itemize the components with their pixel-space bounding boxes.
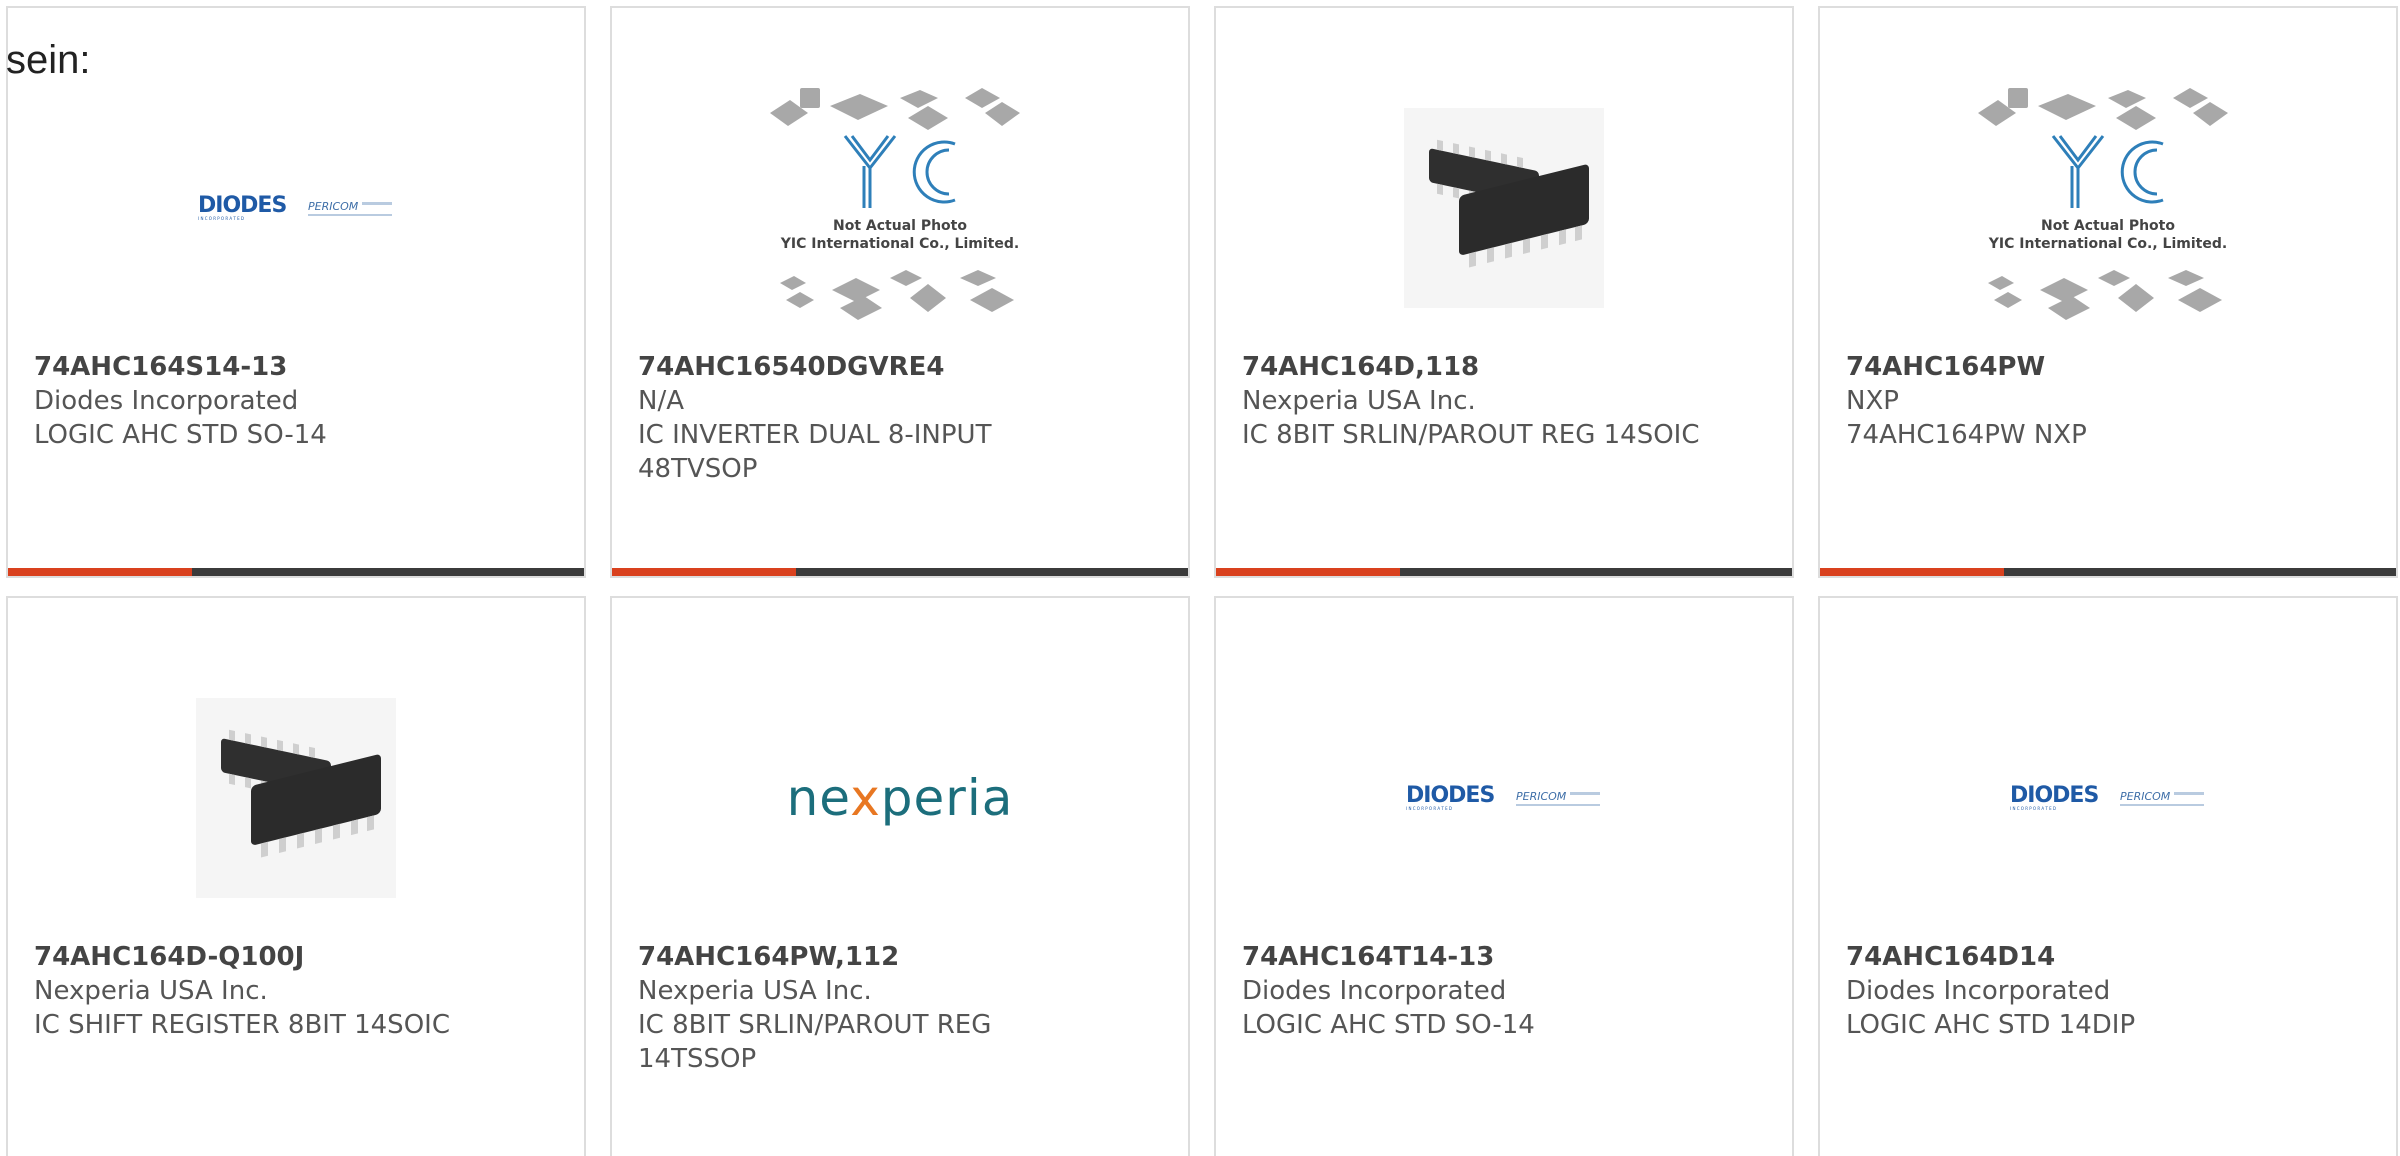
part-number[interactable]: 74AHC164PW,112 [638,940,1168,974]
product-info: 74AHC164T14-13 Diodes Incorporated LOGIC… [1242,940,1772,1042]
svg-text:DIODES: DIODES [2010,783,2098,808]
product-image[interactable] [8,658,584,938]
description: 74AHC164PW NXP [1846,420,2087,450]
product-info: 74AHC164PW NXP 74AHC164PW NXP [1846,350,2376,452]
part-number[interactable]: 74AHC164D-Q100J [34,940,564,974]
product-info: 74AHC164D-Q100J Nexperia USA Inc. IC SHI… [34,940,564,1042]
yic-placeholder-icon: Not Actual Photo YIC International Co., … [1978,88,2228,320]
part-number[interactable]: 74AHC164S14-13 [34,350,564,384]
part-number[interactable]: 74AHC164T14-13 [1242,940,1772,974]
description: LOGIC AHC STD SO-14 [34,420,327,450]
description: IC 8BIT SRLIN/PAROUT REG 14SOIC [1242,420,1700,450]
part-number[interactable]: 74AHC16540DGVRE4 [638,350,1168,384]
product-card[interactable]: DIODES I N C O R P O R A T E D PERICOM 7… [6,6,586,578]
card-accent-bar [8,568,192,576]
yic-caption: Not Actual Photo [2041,218,2175,234]
description: IC INVERTER DUAL 8-INPUT 48TVSOP [638,420,992,484]
product-card[interactable]: 74AHC164D,118 Nexperia USA Inc. IC 8BIT … [1214,6,1794,578]
product-image[interactable] [1216,68,1792,348]
product-card[interactable]: DIODES I N C O R P O R A T E D PERICOM 7… [1214,596,1794,1156]
product-image[interactable]: DIODES I N C O R P O R A T E D PERICOM [1820,658,2396,938]
product-card[interactable]: Not Actual Photo YIC International Co., … [610,6,1190,578]
svg-text:I N C O R P O R A T E D: I N C O R P O R A T E D [2010,806,2056,811]
soic-chip-photo-icon [196,698,396,898]
yic-caption: YIC International Co., Limited. [1988,236,2227,252]
soic-chip-photo-icon [1404,108,1604,308]
product-card[interactable]: Not Actual Photo YIC International Co., … [1818,6,2398,578]
product-card[interactable]: nexperia 74AHC164PW,112 Nexperia USA Inc… [610,596,1190,1156]
part-number[interactable]: 74AHC164D14 [1846,940,2376,974]
manufacturer: NXP [1846,386,1899,416]
manufacturer: Nexperia USA Inc. [34,976,268,1006]
description: IC SHIFT REGISTER 8BIT 14SOIC [34,1010,450,1040]
card-footer-bar [1820,568,2396,576]
card-footer-bar [8,568,584,576]
product-info: 74AHC164D14 Diodes Incorporated LOGIC AH… [1846,940,2376,1042]
svg-text:PERICOM: PERICOM [2120,790,2171,803]
manufacturer: N/A [638,386,684,416]
diodes-pericom-logo-icon: DIODES I N C O R P O R A T E D PERICOM [1406,783,1600,811]
product-info: 74AHC164D,118 Nexperia USA Inc. IC 8BIT … [1242,350,1772,452]
product-info: 74AHC164PW,112 Nexperia USA Inc. IC 8BIT… [638,940,1168,1076]
intro-text: sein: [6,38,91,82]
nexperia-logo-icon: nexperia [786,769,1014,827]
product-image[interactable]: nexperia [612,658,1188,938]
yic-caption: YIC International Co., Limited. [780,236,1019,252]
product-image[interactable]: DIODES I N C O R P O R A T E D PERICOM [1216,658,1792,938]
manufacturer: Diodes Incorporated [1242,976,1507,1006]
product-image[interactable]: DIODES I N C O R P O R A T E D PERICOM [8,68,584,348]
description: IC 8BIT SRLIN/PAROUT REG 14TSSOP [638,1010,992,1074]
svg-text:PERICOM: PERICOM [308,200,359,213]
part-number[interactable]: 74AHC164PW [1846,350,2376,384]
product-info: 74AHC164S14-13 Diodes Incorporated LOGIC… [34,350,564,452]
yic-caption: Not Actual Photo [833,218,967,234]
manufacturer: Nexperia USA Inc. [1242,386,1476,416]
diodes-pericom-logo-icon: DIODES I N C O R P O R A T E D PERICOM [198,193,392,221]
svg-text:I N C O R P O R A T E D: I N C O R P O R A T E D [1406,806,1452,811]
card-accent-bar [1820,568,2004,576]
product-info: 74AHC16540DGVRE4 N/A IC INVERTER DUAL 8-… [638,350,1168,486]
manufacturer: Diodes Incorporated [1846,976,2111,1006]
card-footer-bar [612,568,1188,576]
manufacturer: Nexperia USA Inc. [638,976,872,1006]
svg-text:PERICOM: PERICOM [1516,790,1567,803]
product-image[interactable]: Not Actual Photo YIC International Co., … [1820,68,2396,348]
product-image[interactable]: Not Actual Photo YIC International Co., … [612,68,1188,348]
part-number[interactable]: 74AHC164D,118 [1242,350,1772,384]
svg-text:I N C O R P O R A T E D: I N C O R P O R A T E D [198,216,244,221]
product-grid-page: sein: DIODES I N C O R P O R A T E D PER… [0,0,2400,1156]
description: LOGIC AHC STD SO-14 [1242,1010,1535,1040]
description: LOGIC AHC STD 14DIP [1846,1010,2136,1040]
manufacturer: Diodes Incorporated [34,386,299,416]
svg-text:DIODES: DIODES [198,193,286,218]
product-card[interactable]: DIODES I N C O R P O R A T E D PERICOM 7… [1818,596,2398,1156]
card-accent-bar [1216,568,1400,576]
card-accent-bar [612,568,796,576]
yic-placeholder-icon: Not Actual Photo YIC International Co., … [770,88,1020,320]
product-card[interactable]: 74AHC164D-Q100J Nexperia USA Inc. IC SHI… [6,596,586,1156]
svg-text:DIODES: DIODES [1406,783,1494,808]
card-footer-bar [1216,568,1792,576]
diodes-pericom-logo-icon: DIODES I N C O R P O R A T E D PERICOM [2010,783,2204,811]
